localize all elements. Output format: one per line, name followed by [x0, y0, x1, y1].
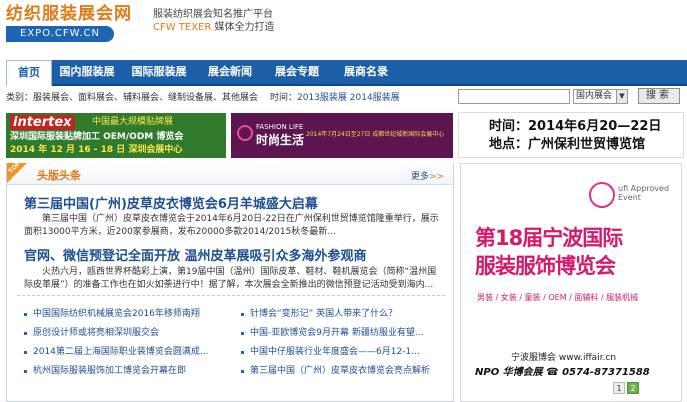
ad-website: 宁波服博会 www.iffair.cn: [511, 353, 617, 363]
banner1-brand: intertex: [10, 115, 75, 130]
news-panel-header: TOP 头版头条 更多>>: [7, 160, 453, 185]
ad-pager: 12: [613, 382, 639, 394]
ad-page-1[interactable]: 1: [613, 382, 625, 394]
news-list-item[interactable]: 杭州国际服装服饰加工博览会开幕在即: [23, 362, 235, 381]
bullet-icon: [24, 313, 27, 316]
ad-categories: 男装 / 女装 / 童装 / OEM / 面辅料 / 服装机械: [477, 293, 639, 302]
news-list-item-title: 中国-亚欧博览会9月开幕 新疆纺服业有望...: [250, 328, 424, 338]
bullet-icon: [24, 351, 27, 354]
site-logo[interactable]: 纺织服装展会网 EXPO.CFW.CN: [6, 4, 141, 44]
banner2-date: 2014年7月24日至27日 成都世纪城新国际会展中心: [306, 131, 445, 138]
news-list-item[interactable]: 中国中仔服装行业年度盛会——6月12-1...: [240, 343, 452, 362]
news-list-item-title: 中国国际纺织机械展览会2016年移师南翔: [33, 309, 200, 319]
banner3-time: 时间：2014年6月20—22日: [489, 119, 662, 134]
news-list-item-title: 针博会“变形记” 英国人带来了什么？: [250, 309, 398, 319]
news-list-right: 针博会“变形记” 英国人带来了什么？ 中国-亚欧博览会9月开幕 新疆纺服业有望..…: [240, 305, 452, 381]
search-category-select[interactable]: 国内展会 ▼: [573, 89, 628, 104]
slogan-line-2: CFW TEXER 媒体全力打造: [153, 21, 275, 34]
news-list-item-title: 2014第二届上海国际职业装博览会圆满成...: [33, 347, 209, 357]
time-breadcrumb: 时间：2013服装展 2014服装展: [270, 88, 400, 108]
bullet-icon: [241, 351, 244, 354]
ad-page-2[interactable]: 2: [627, 382, 639, 394]
ad-phone: NPO 华博会展 ☎ 0574-87371588: [475, 367, 650, 378]
ad-title-line-2: 服装服饰博览会: [475, 254, 616, 278]
category-links[interactable]: 类别：服装展会、面料展会、辅料展会、缝制设备展、其他展会: [6, 88, 258, 108]
search-input[interactable]: [458, 89, 570, 104]
more-link-text: 更多: [411, 172, 430, 182]
banner1-tag: 中国最大规模贴牌展: [92, 117, 174, 127]
chevron-down-icon: ▼: [616, 90, 627, 103]
news-list-item[interactable]: 原创设计师或将亮相深圳服交会: [23, 324, 235, 343]
ningbo-expo-ad[interactable]: ufi Approved Event 第18届宁波国际 服装服饰博览会 男装 /…: [460, 163, 682, 402]
headline-news-panel: TOP 头版头条 更多>> 第三届中国(广州)皮草皮衣博览会6月羊城盛大启幕 第…: [6, 160, 454, 402]
headline-2[interactable]: 官网、微信预登记全面开放 温州皮革展吸引众多海外参观商: [24, 245, 367, 264]
breadcrumb-prefix: 时间：: [270, 93, 298, 103]
site-header: 纺织服装展会网 EXPO.CFW.CN 服装纺织展会知名推广平台 CFW TEX…: [0, 0, 687, 56]
bullet-icon: [24, 370, 27, 373]
bullet-icon: [24, 332, 27, 335]
news-list-item-title: 中国中仔服装行业年度盛会——6月12-1...: [250, 347, 420, 357]
breadcrumb-link[interactable]: 2013服装展 2014服装展: [297, 93, 400, 103]
search-button[interactable]: 搜索: [638, 88, 680, 104]
divider: [17, 295, 445, 296]
bullet-icon: [241, 370, 244, 373]
search-select-value: 国内展会: [576, 91, 613, 101]
banner3-venue: 地点：广州保利世贸博览馆: [489, 137, 646, 152]
ad-title-line-1: 第18届宁波国际: [475, 226, 623, 250]
bullet-icon: [241, 313, 244, 316]
headline-2-summary: 火热六月，瓯西世界杯酷彩上演，第19届中国（温州）国际皮革、鞋材、鞋机展览会（简…: [24, 267, 437, 290]
ufi-logo-icon: [589, 182, 615, 208]
bullet-icon: [241, 332, 244, 335]
news-list-item-title: 第三届中国（广州）皮草皮衣博览会亮点解析: [250, 366, 431, 376]
more-arrow-icon: >>: [429, 172, 445, 182]
news-list-item[interactable]: 第三届中国（广州）皮草皮衣博览会亮点解析: [240, 362, 452, 381]
headline-1[interactable]: 第三届中国(广州)皮草皮衣博览会6月羊城盛大启幕: [24, 193, 318, 212]
logo-chinese-text: 纺织服装展会网: [6, 4, 132, 24]
main-navigation: 首页 国内服装展 国际服装展 展会新闻 展会专题 展商名录: [6, 60, 687, 86]
news-list-item[interactable]: 针博会“变形记” 英国人带来了什么？: [240, 305, 452, 324]
banner-fashion-life[interactable]: FASHION LIFE 时尚生活 2014年7月24日至27日 成都世纪城新国…: [231, 113, 453, 158]
nav-tab-2[interactable]: 国际服装展: [122, 60, 196, 84]
slogan-line-1: 服装纺织展会知名推广平台: [153, 9, 273, 20]
banner-fur-expo-info[interactable]: 时间：2014年6月20—22日 地点：广州保利世贸博览馆: [458, 112, 684, 158]
banner1-date: 2014 年 12 月 16 - 18 日 深圳会展中心: [10, 145, 183, 155]
banner-intertex[interactable]: intertex 中国最大规模贴牌展 深圳国际服装贴牌加工 OEM/ODM 博览…: [6, 113, 226, 158]
news-list-item[interactable]: 中国国际纺织机械展览会2016年移师南翔: [23, 305, 235, 324]
nav-tab-5[interactable]: 展商名录: [330, 60, 402, 84]
banner2-english: FASHION LIFE: [256, 123, 304, 131]
news-list-item-title: 杭州国际服装服饰加工博览会开幕在即: [33, 366, 187, 376]
nav-tab-4[interactable]: 展会专题: [264, 60, 330, 84]
more-link[interactable]: 更多>>: [411, 169, 444, 182]
nav-tab-1[interactable]: 国内服装展: [52, 60, 122, 84]
news-list-item[interactable]: 2014第二届上海国际职业装博览会圆满成...: [23, 343, 235, 362]
banner2-chinese: 时尚生活: [256, 133, 305, 147]
fashion-life-logo-icon: [237, 125, 253, 141]
slogan-text: 媒体全力打造: [214, 22, 275, 33]
news-list-item-title: 原创设计师或将亮相深圳服交会: [33, 328, 160, 338]
news-list-left: 中国国际纺织机械展览会2016年移师南翔 原创设计师或将亮相深圳服交会 2014第二…: [23, 305, 235, 381]
news-section-title: 头版头条: [37, 169, 81, 182]
logo-english-text: EXPO.CFW.CN: [6, 26, 114, 42]
site-slogan: 服装纺织展会知名推广平台 CFW TEXER 媒体全力打造: [153, 8, 275, 34]
nav-tab-3[interactable]: 展会新闻: [196, 60, 264, 84]
news-list-item[interactable]: 中国-亚欧博览会9月开幕 新疆纺服业有望...: [240, 324, 452, 343]
nav-tab-0[interactable]: 首页: [6, 60, 52, 86]
ufi-text: ufi Approved Event: [618, 184, 670, 202]
slogan-brand: CFW TEXER: [153, 22, 212, 33]
headline-1-summary: 第三届中国（广州）皮草皮衣博览会于2014年6月20日-22日在广州保利世贸博览…: [24, 214, 439, 237]
banner1-title: 深圳国际服装贴牌加工 OEM/ODM 博览会: [10, 132, 184, 142]
